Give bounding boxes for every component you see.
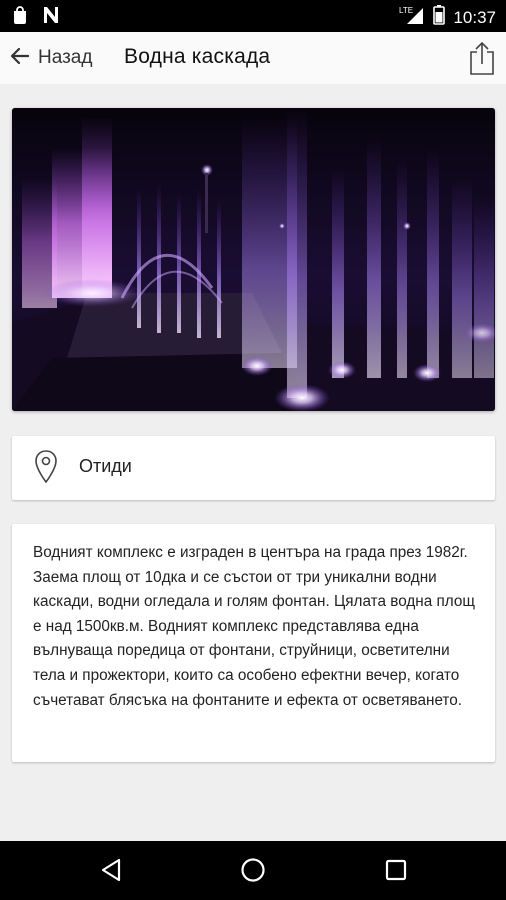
back-button[interactable]: Назад bbox=[8, 42, 92, 74]
navigation-bar bbox=[0, 841, 506, 900]
signal-icon: LTE bbox=[399, 5, 425, 30]
n-logo-icon bbox=[42, 6, 60, 29]
app-bar: Назад Водна каскада bbox=[0, 32, 506, 84]
clock: 10:37 bbox=[453, 7, 496, 27]
network-label: LTE bbox=[399, 6, 413, 15]
status-bar: LTE 10:37 bbox=[0, 0, 506, 32]
back-label: Назад bbox=[38, 47, 93, 68]
description-text: Водният комплекс е изграден в центъра на… bbox=[33, 544, 475, 709]
recents-square-icon bbox=[385, 859, 407, 886]
share-icon bbox=[468, 41, 496, 80]
back-triangle-icon bbox=[100, 858, 122, 887]
page-title: Водна каскада bbox=[124, 45, 271, 68]
nav-home-button[interactable] bbox=[236, 855, 270, 889]
location-pin-icon bbox=[34, 449, 58, 490]
go-button[interactable]: Отиди bbox=[12, 436, 495, 500]
arrow-left-icon bbox=[8, 44, 32, 73]
go-label: Отиди bbox=[79, 456, 132, 476]
share-button[interactable] bbox=[468, 40, 496, 76]
nav-back-button[interactable] bbox=[94, 855, 128, 889]
nav-recents-button[interactable] bbox=[379, 855, 413, 889]
battery-icon bbox=[433, 5, 446, 30]
home-circle-icon bbox=[240, 857, 266, 888]
shopping-bag-icon bbox=[12, 6, 28, 29]
description-card: Водният комплекс е изграден в центъра на… bbox=[12, 524, 495, 762]
fountain-photo bbox=[12, 108, 495, 411]
